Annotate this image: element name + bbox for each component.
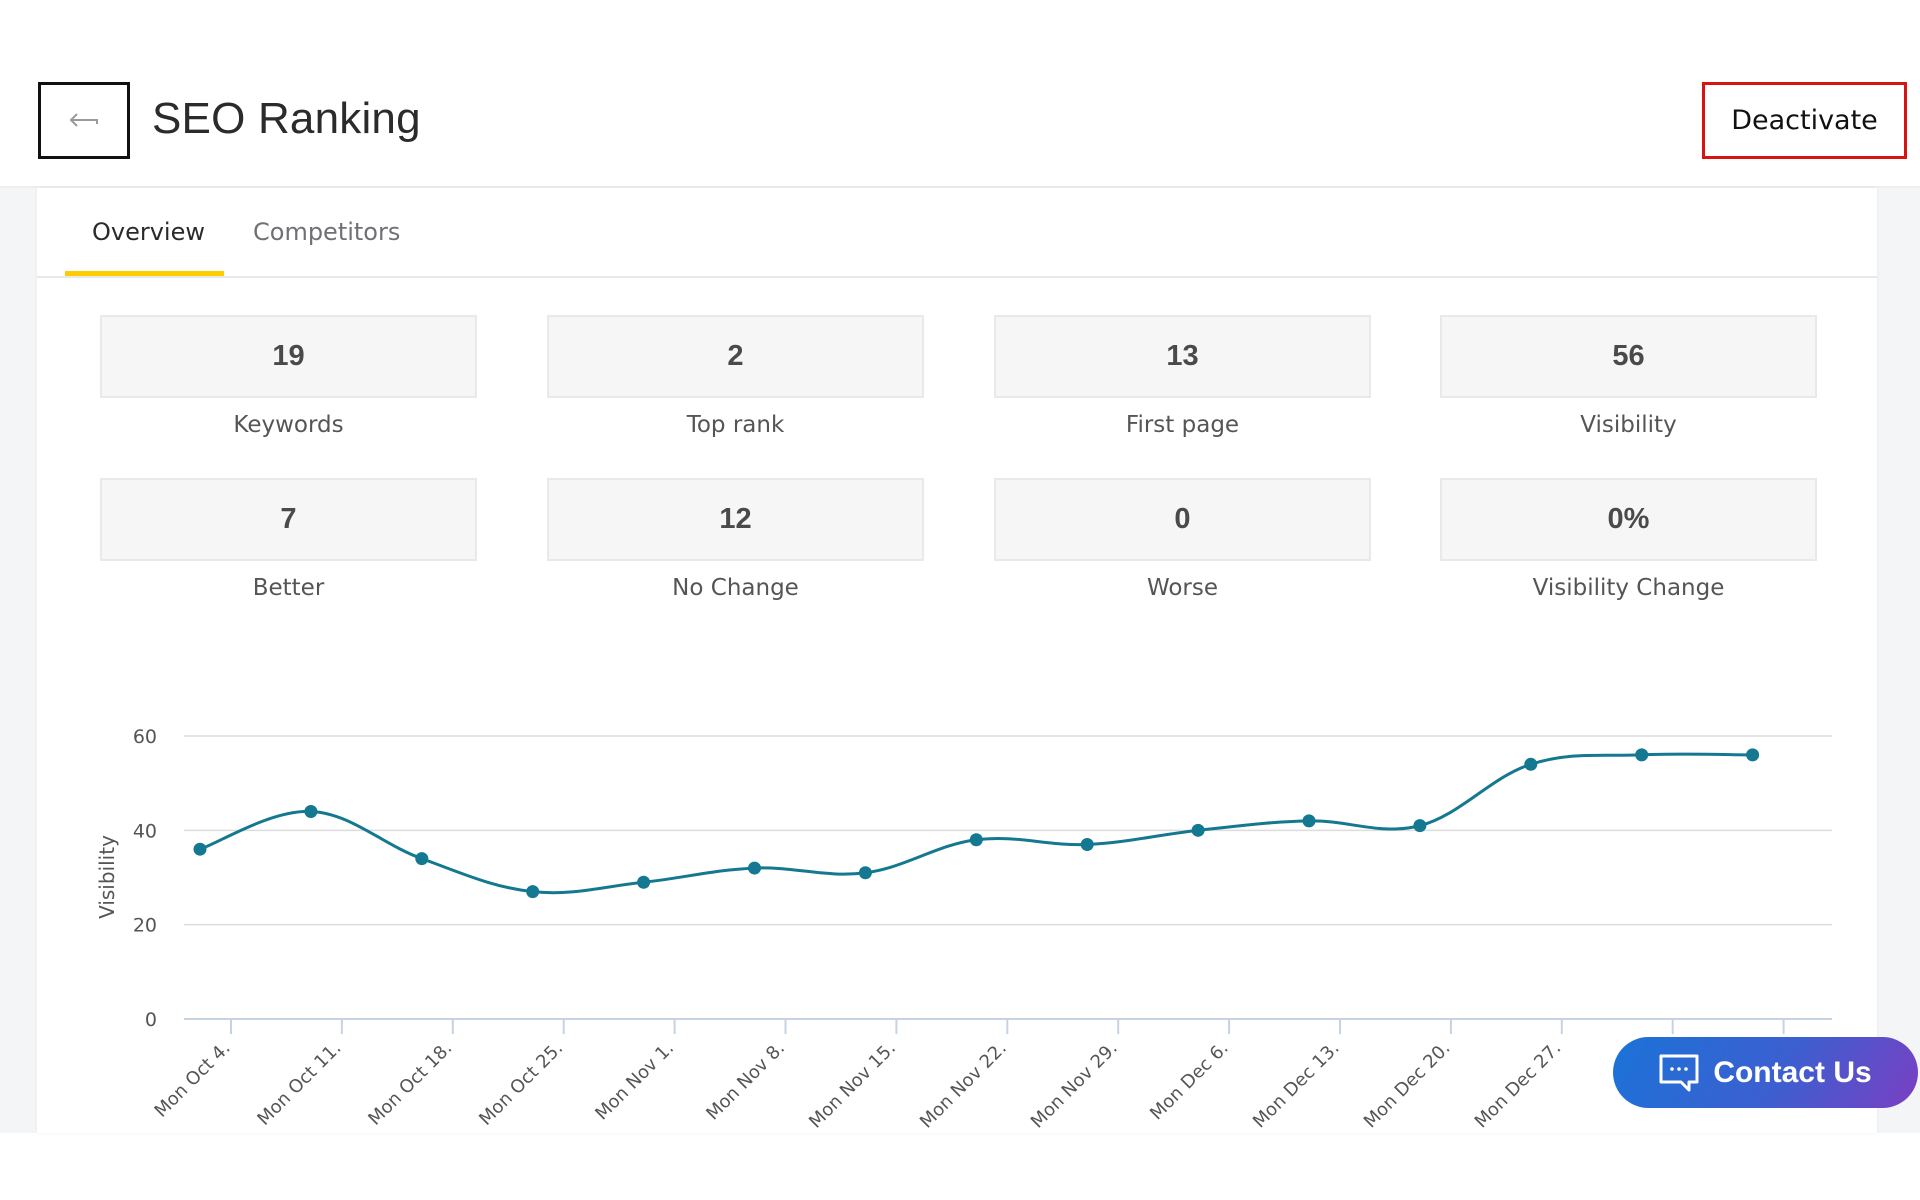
tab-competitors[interactable]: Competitors — [253, 218, 400, 246]
page-title: SEO Ranking — [152, 94, 421, 143]
stat-no-change-value: 12 — [547, 478, 924, 561]
deactivate-button[interactable]: Deactivate — [1702, 82, 1907, 159]
stat-better-label: Better — [252, 575, 325, 601]
stat-keywords-value: 19 — [100, 315, 477, 398]
active-tab-indicator — [65, 271, 224, 276]
stat-visibility-change-label: Visibility Change — [1532, 575, 1725, 601]
back-button[interactable] — [38, 82, 130, 159]
stat-worse-value: 0 — [994, 478, 1371, 561]
stat-worse-label: Worse — [1146, 575, 1219, 601]
stat-top-rank-value: 2 — [547, 315, 924, 398]
arrow-left-icon — [69, 112, 98, 127]
stat-no-change-label: No Change — [672, 575, 799, 601]
stat-first-page-value: 13 — [994, 315, 1371, 398]
stat-better-value: 7 — [100, 478, 477, 561]
chat-bubble-icon — [1659, 1054, 1699, 1091]
content-card: Overview Competitors 19 Keywords 2 Top r… — [37, 188, 1877, 1133]
tab-bar: Overview Competitors — [37, 188, 1877, 278]
contact-us-label: Contact Us — [1713, 1055, 1872, 1089]
contact-us-button[interactable]: Contact Us — [1613, 1037, 1918, 1108]
page-header: SEO Ranking Deactivate — [0, 0, 1920, 188]
stat-top-rank-label: Top rank — [686, 412, 785, 438]
stat-keywords-label: Keywords — [233, 412, 344, 438]
stat-visibility-value: 56 — [1440, 315, 1817, 398]
tab-overview[interactable]: Overview — [92, 218, 205, 246]
stat-visibility-change-value: 0% — [1440, 478, 1817, 561]
stat-visibility-label: Visibility — [1580, 412, 1677, 438]
stat-first-page-label: First page — [1125, 412, 1240, 438]
